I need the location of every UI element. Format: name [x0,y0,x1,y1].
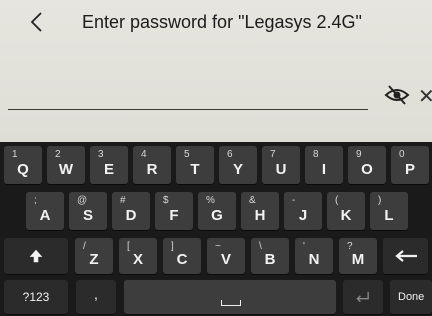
key-w[interactable]: 2W [47,146,85,184]
key-label: B [264,251,276,268]
space-key[interactable] [124,280,336,314]
key-label: D [125,207,137,224]
key-z[interactable]: / Z [75,238,113,274]
backspace-key[interactable] [383,238,428,274]
done-key[interactable]: Done [390,280,432,314]
key-y[interactable]: 6Y [219,146,257,184]
key-d[interactable]: # D [112,192,150,230]
key-j[interactable]: -J [284,192,322,230]
key-secondary-label: # [120,195,126,206]
key-label: V [220,251,231,268]
comma-label: , [94,285,98,302]
key-label: P [404,161,415,178]
enter-icon [356,291,369,303]
input-underline [8,108,368,110]
key-s[interactable]: @ S [69,192,107,230]
key-label: H [254,207,266,224]
shift-arrow-icon [29,249,43,263]
key-secondary-label: 4 [141,149,147,160]
key-label: Q [17,161,29,178]
enter-key[interactable] [343,280,383,314]
key-secondary-label: ) [378,195,382,206]
key-a[interactable]: ; A [26,192,64,230]
key-label: G [211,207,223,224]
key-k[interactable]: (K [327,192,365,230]
key-u[interactable]: 7U [262,146,300,184]
key-c[interactable]: ] C [163,238,201,274]
space-icon [221,300,241,306]
wifi-password-screen: Enter password for "Legasys 2.4G" ✕ 1Q2W… [0,0,432,316]
key-label: O [361,161,373,178]
key-secondary-label: - [292,195,296,206]
key-secondary-label: @ [77,195,88,206]
key-o[interactable]: 9O [348,146,386,184]
key-label: U [275,161,287,178]
keyboard: 1Q2W3E4R5T6Y7U8I9O0P ; A @ S # D $ F% G & H - J(K) L … [0,142,432,316]
shift-key[interactable] [4,238,68,274]
key-label: Z [89,251,99,268]
key-label: S [82,207,93,224]
key-b[interactable]: \ B [251,238,289,274]
key-label: R [146,161,158,178]
key-q[interactable]: 1Q [4,146,42,184]
key-secondary-label: 6 [227,149,233,160]
key-label: N [308,251,320,268]
symbols-label: ?123 [22,290,50,304]
key-secondary-label: 3 [98,149,104,160]
key-label: C [176,251,188,268]
key-label: E [103,161,114,178]
key-label: M [351,251,365,268]
key-t[interactable]: 5T [176,146,214,184]
key-secondary-label: 9 [356,149,362,160]
key-p[interactable]: 0P [391,146,429,184]
back-arrow-icon [30,12,42,32]
key-v[interactable]: ~ V [207,238,245,274]
key-label: T [190,161,200,178]
key-label: L [384,207,394,224]
key-secondary-label: ( [335,195,339,206]
key-label: J [298,207,308,224]
key-secondary-label: $ [163,195,169,206]
key-secondary-label: ; [34,195,37,206]
key-m[interactable]: ? M [339,238,377,274]
key-h[interactable]: & H [241,192,279,230]
key-i[interactable]: 8I [305,146,343,184]
symbols-key[interactable]: ?123 [4,280,68,314]
key-secondary-label: 0 [399,149,405,160]
key-label: K [340,207,352,224]
page-title: Enter password for "Legasys 2.4G" [82,12,362,32]
key-secondary-label: 2 [55,149,61,160]
back-button[interactable] [26,8,50,38]
key-n[interactable]: ' N [295,238,333,274]
key-label: I [321,161,327,178]
key-l[interactable]: ) L [370,192,408,230]
key-label: X [132,251,143,268]
toggle-visibility-button[interactable] [384,84,410,106]
key-label: A [39,207,51,224]
backspace-arrow-icon [395,250,417,262]
key-f[interactable]: $ F [155,192,193,230]
key-secondary-label: & [249,195,256,206]
key-label: F [169,207,179,224]
close-icon[interactable]: ✕ [418,84,432,109]
comma-key[interactable]: , [76,280,116,314]
key-secondary-label: 8 [313,149,319,160]
key-label: Y [232,161,243,178]
key-secondary-label: 1 [12,149,18,160]
key-secondary-label: 7 [270,149,276,160]
key-x[interactable]: [X [119,238,157,274]
key-secondary-label: % [206,195,215,206]
done-label: Done [398,291,425,303]
key-g[interactable]: % G [198,192,236,230]
key-r[interactable]: 4R [133,146,171,184]
key-e[interactable]: 3E [90,146,128,184]
eye-off-icon [384,85,410,105]
password-input[interactable] [8,70,368,110]
key-label: W [58,161,74,178]
key-secondary-label: 5 [184,149,190,160]
